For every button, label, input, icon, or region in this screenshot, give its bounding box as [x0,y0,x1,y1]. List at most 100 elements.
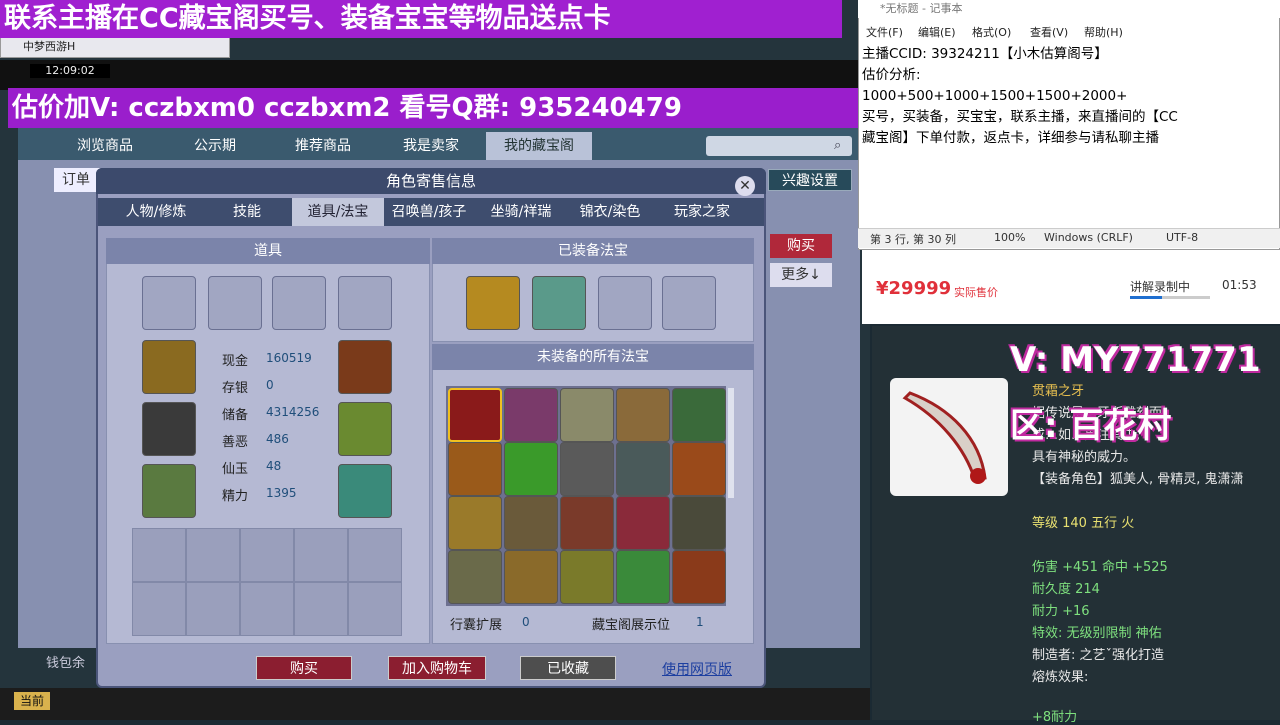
fabao-item[interactable] [504,442,558,496]
stat-value: 1395 [266,486,297,500]
promo-banner-mid: 估价加V: cczbxm0 cczbxm2 看号Q群: 935240479 [8,88,870,128]
fabao-item[interactable] [560,496,614,550]
bag-cell[interactable] [348,528,402,582]
bag-cell[interactable] [240,582,294,636]
equip-boots[interactable] [338,464,392,518]
tab-character[interactable]: 人物/修炼 [110,198,202,226]
stat-value: 486 [266,432,289,446]
server-overlay: 区: 百花村 [1010,406,1172,446]
fabao-item[interactable] [448,550,502,604]
interest-settings-button[interactable]: 兴趣设置 [768,169,852,191]
collected-button[interactable]: 已收藏 [520,656,616,680]
menu-file[interactable]: 文件(F) [866,24,903,40]
fabao-slot[interactable] [466,276,520,330]
browser-tab[interactable]: 中梦西游H [0,36,230,58]
tab-browse[interactable]: 浏览商品 [50,132,160,160]
recording-progress-fill [1130,296,1162,299]
fabao-slot[interactable] [598,276,652,330]
bag-cell[interactable] [132,582,186,636]
tab-my-cbg[interactable]: 我的藏宝阁 [486,132,592,160]
tab-home[interactable]: 玩家之家 [656,198,748,226]
buy-side-button[interactable]: 购买 [770,234,832,258]
status-position: 第 3 行, 第 30 列 [870,233,956,246]
equip-weapon[interactable] [142,402,196,456]
fabao-item[interactable] [504,550,558,604]
tab-costume[interactable]: 锦衣/染色 [570,198,650,226]
item-name: 贯霜之牙 [1032,384,1085,399]
notepad-text[interactable]: 主播CCID: 39324211【小木估算阁号】 估价分析: 1000+500+… [862,44,1252,224]
fabao-item[interactable] [616,388,670,442]
buy-button[interactable]: 购买 [256,656,352,680]
item-slot[interactable] [272,276,326,330]
fabao-item[interactable] [616,550,670,604]
fabao-item[interactable] [672,388,726,442]
bag-cell[interactable] [240,528,294,582]
status-eol: Windows (CRLF) [1044,231,1133,244]
fabao-scrollbar[interactable] [728,388,734,498]
more-button[interactable]: 更多↓ [770,263,832,287]
tab-items[interactable]: 道具/法宝 [292,198,384,226]
fabao-item[interactable] [616,442,670,496]
bag-cell[interactable] [186,582,240,636]
fabao-item[interactable] [504,388,558,442]
menu-format[interactable]: 格式(O) [972,24,1011,40]
tab-recommend[interactable]: 推荐商品 [268,132,378,160]
fabao-item[interactable] [504,496,558,550]
equip-accessory[interactable] [338,340,392,394]
price-label: 实际售价 [954,286,998,299]
game-bottom-bar [0,688,870,720]
bag-cell[interactable] [132,528,186,582]
blade-icon [902,391,987,484]
status-zoom: 100% [994,231,1026,244]
bag-cell[interactable] [294,582,348,636]
stat-label: 现金 [222,354,249,369]
status-encoding: UTF-8 [1166,231,1199,244]
stat-value: 160519 [266,351,312,365]
contact-overlay: V: MY771771 [1010,340,1261,380]
bag-cell[interactable] [186,528,240,582]
recording-label: 讲解录制中 [1130,280,1191,294]
item-slot[interactable] [208,276,262,330]
notepad-title: *无标题 - 记事本 [858,0,1280,18]
recording-time: 01:53 [1222,278,1257,292]
unequipped-header: 未装备的所有法宝 [432,344,754,370]
search-icon[interactable]: ⌕ [834,138,841,153]
bag-cell[interactable] [348,582,402,636]
web-version-link[interactable]: 使用网页版 [662,659,732,679]
item-slot[interactable] [338,276,392,330]
close-icon[interactable]: ✕ [735,176,755,196]
fabao-item[interactable] [672,550,726,604]
dialog-title: 角色寄售信息 [96,168,766,194]
item-attack: 伤害 +451 命中 +525 [1032,560,1168,575]
current-button[interactable]: 当前 [14,692,50,710]
tab-public[interactable]: 公示期 [160,132,270,160]
equip-necklace[interactable] [142,464,196,518]
fabao-item[interactable] [672,496,726,550]
fabao-item[interactable] [448,388,502,442]
menu-edit[interactable]: 编辑(E) [918,24,956,40]
item-stamina: 耐力 +16 [1032,604,1090,619]
equipped-header: 已装备法宝 [432,238,754,264]
fabao-item[interactable] [448,496,502,550]
fabao-item[interactable] [560,550,614,604]
tab-seller[interactable]: 我是卖家 [376,132,486,160]
tab-pets[interactable]: 召唤兽/孩子 [386,198,472,226]
menu-view[interactable]: 查看(V) [1030,24,1068,40]
item-slot[interactable] [142,276,196,330]
tab-mounts[interactable]: 坐骑/祥瑞 [474,198,568,226]
fabao-item[interactable] [448,442,502,496]
add-cart-button[interactable]: 加入购物车 [388,656,486,680]
equip-helmet[interactable] [142,340,196,394]
price-value: ¥29999 [876,278,952,299]
tab-skills[interactable]: 技能 [204,198,290,226]
menu-help[interactable]: 帮助(H) [1084,24,1123,40]
fabao-item[interactable] [616,496,670,550]
fabao-item[interactable] [672,442,726,496]
bag-cell[interactable] [294,528,348,582]
fabao-item[interactable] [560,388,614,442]
search-input[interactable] [706,136,852,156]
equip-armor[interactable] [338,402,392,456]
fabao-slot[interactable] [532,276,586,330]
fabao-item[interactable] [560,442,614,496]
fabao-slot[interactable] [662,276,716,330]
